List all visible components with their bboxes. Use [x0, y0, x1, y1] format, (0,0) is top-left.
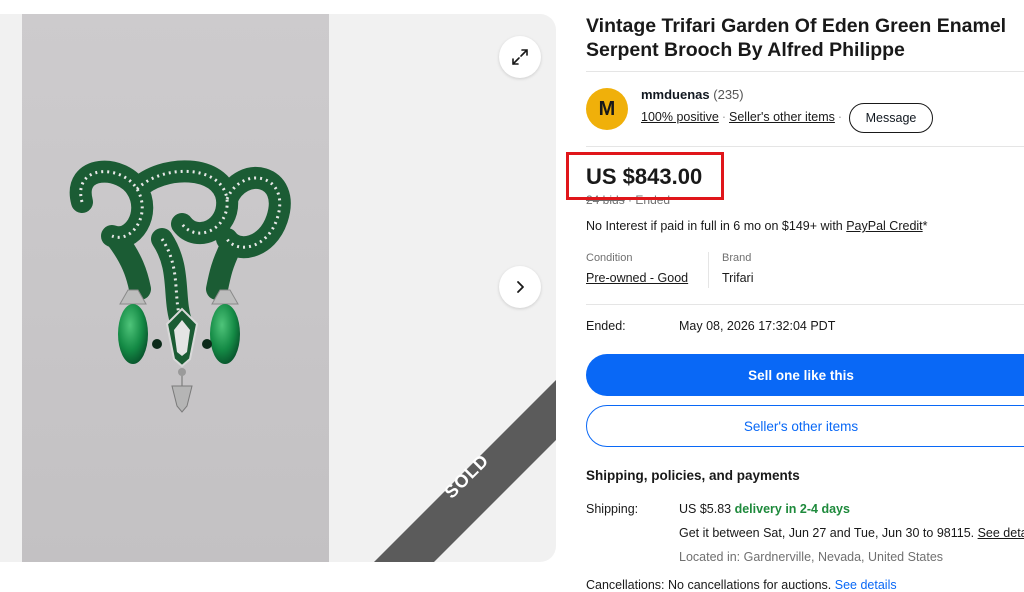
paypal-suffix: * [922, 219, 928, 233]
cancellations-text: No cancellations for auctions. [668, 578, 835, 592]
divider [586, 146, 1024, 147]
seller-links: 100% positive · Seller's other items · [641, 110, 843, 124]
chevron-right-icon [517, 281, 524, 293]
cancellations-row: Cancellations: No cancellations for auct… [586, 578, 897, 592]
shipping-label: Shipping: [586, 502, 639, 516]
brand-value: Trifari [722, 271, 754, 285]
ended-value: May 08, 2026 17:32:04 PDT [679, 319, 836, 333]
seller-other-items-button[interactable]: Seller's other items [586, 405, 1024, 447]
divider [586, 71, 1024, 72]
divider [586, 304, 1024, 305]
seller-avatar[interactable]: M [586, 88, 628, 130]
seller-name-row: mmduenas (235) [641, 87, 744, 102]
message-button[interactable]: Message [849, 103, 933, 133]
cancellations-label: Cancellations: [586, 578, 665, 592]
product-photo[interactable] [22, 14, 329, 562]
item-location: Located in: Gardnerville, Nevada, United… [679, 550, 944, 564]
listing-title: Vintage Trifari Garden Of Eden Green Ena… [586, 15, 1007, 61]
sell-one-like-this-button[interactable]: Sell one like this [586, 354, 1024, 396]
seller-name[interactable]: mmduenas [641, 87, 710, 102]
seller-feedback-count: (235) [713, 87, 744, 102]
delivery-estimate: Get it between Sat, Jun 27 and Tue, Jun … [679, 526, 978, 540]
paypal-text: No Interest if paid in full in 6 mo on $… [586, 219, 847, 233]
shipping-cost: US $5.83 [679, 502, 735, 516]
sold-badge: SOLD [440, 449, 493, 503]
expand-icon [512, 49, 528, 65]
shipping-cost-row: US $5.83 delivery in 2-4 days [679, 502, 850, 516]
ended-label: Ended: [586, 319, 626, 333]
cancellations-details-link[interactable]: See details [835, 578, 897, 592]
condition-label: Condition [586, 252, 633, 264]
delivery-estimate-row: Get it between Sat, Jun 27 and Tue, Jun … [679, 526, 1024, 540]
delivery-time: delivery in 2-4 days [734, 502, 850, 516]
brooch-image [22, 14, 329, 562]
next-image-button[interactable] [499, 266, 541, 308]
image-gallery: SOLD [0, 14, 556, 562]
brand-label: Brand [722, 252, 752, 264]
price-highlight-box [566, 152, 724, 200]
paypal-credit-link[interactable]: PayPal Credit [846, 219, 922, 233]
divider [708, 252, 709, 288]
see-details-link[interactable]: See deta [978, 526, 1024, 540]
expand-image-button[interactable] [499, 36, 541, 78]
seller-other-items-link[interactable]: Seller's other items [729, 110, 835, 124]
condition-value[interactable]: Pre-owned - Good [586, 271, 688, 285]
paypal-credit-note: No Interest if paid in full in 6 mo on $… [586, 219, 928, 233]
positive-feedback-link[interactable]: 100% positive [641, 110, 719, 124]
shipping-heading: Shipping, policies, and payments [586, 468, 800, 483]
